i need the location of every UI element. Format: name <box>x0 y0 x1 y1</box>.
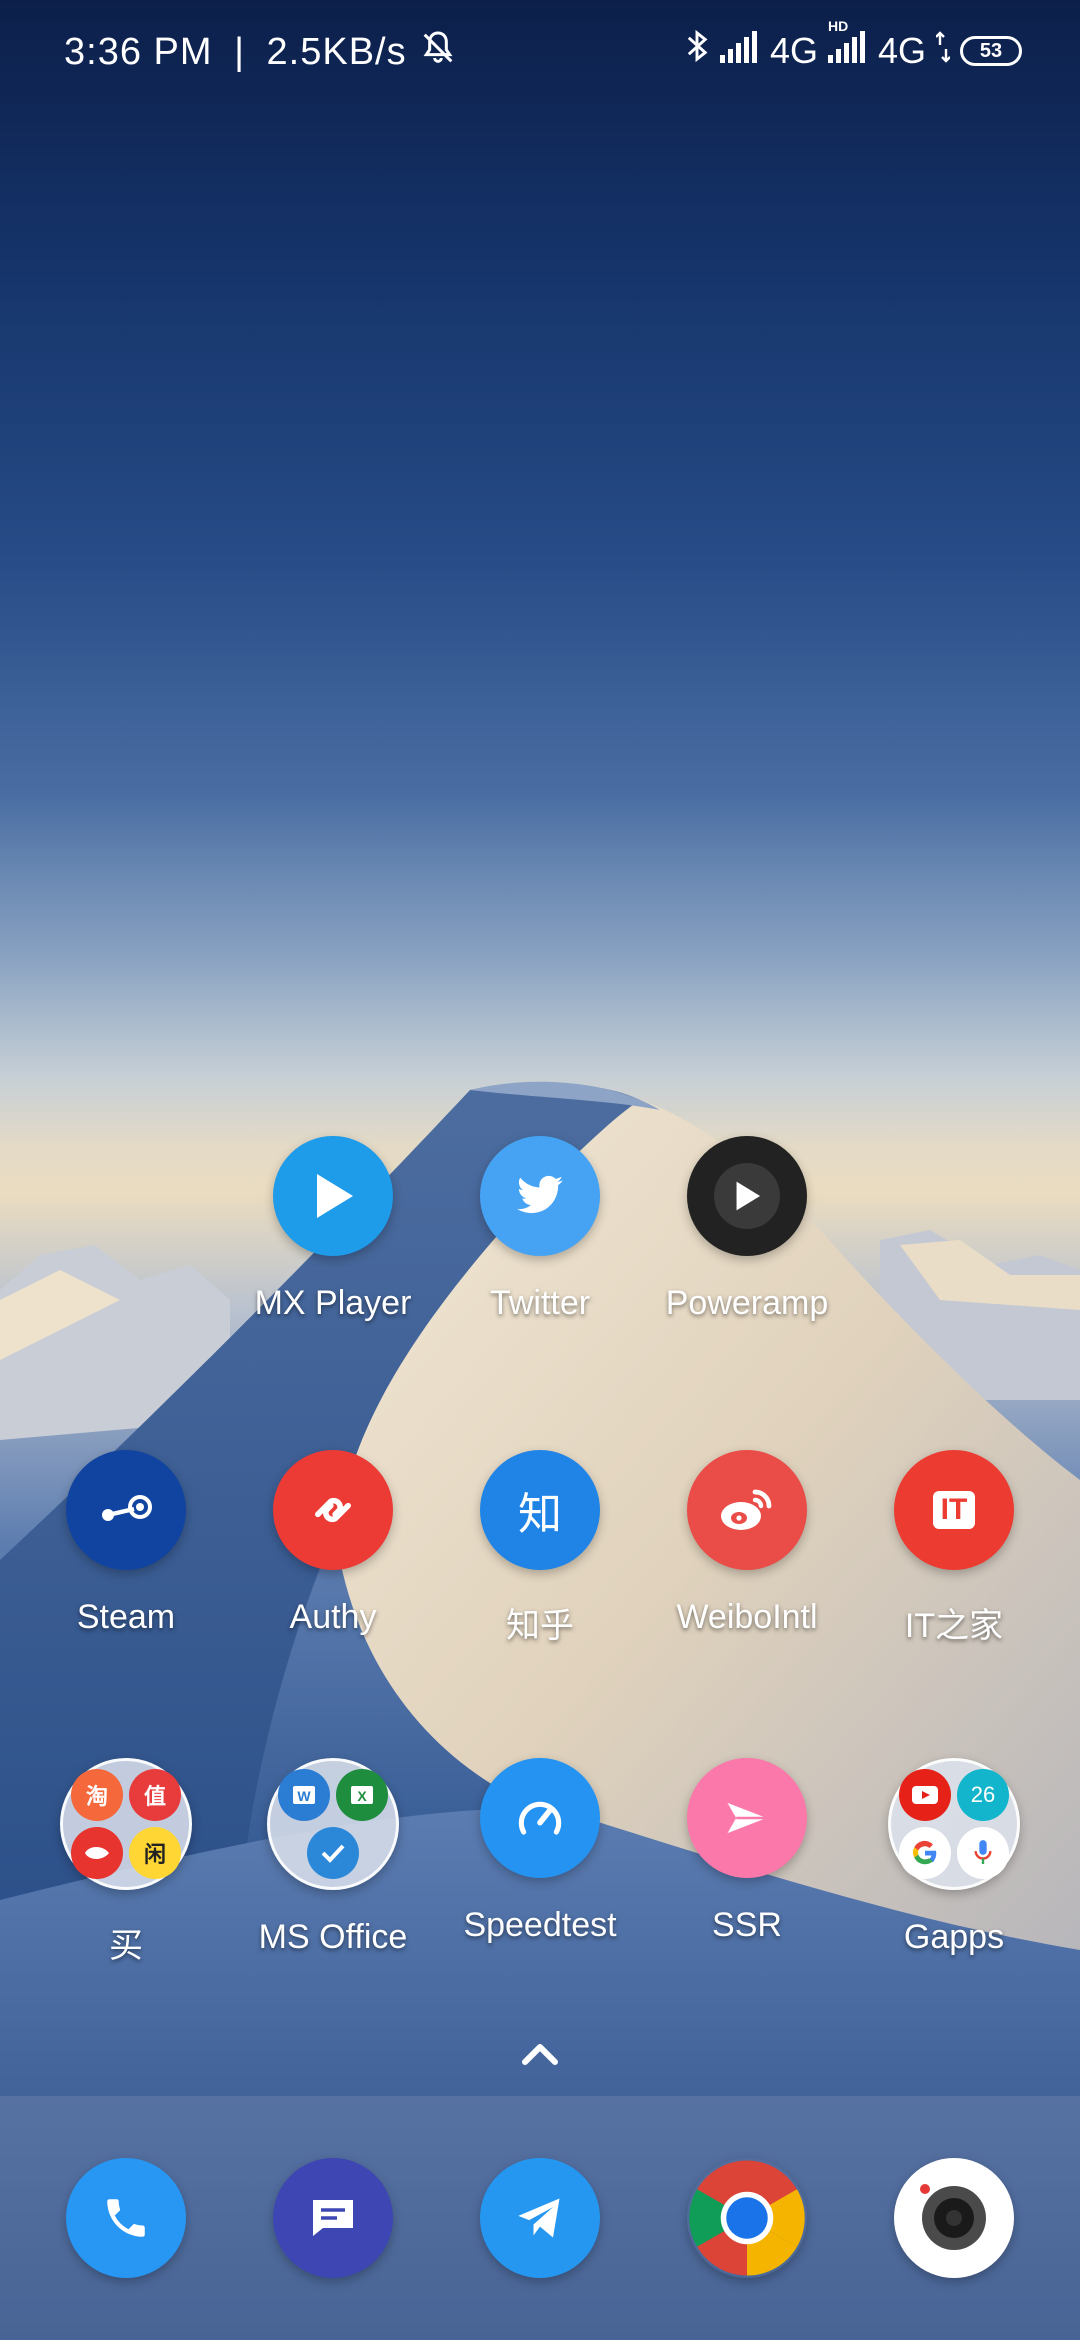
app-label: 知乎 <box>506 1607 574 1645</box>
clock: 3:36 PM <box>64 31 213 73</box>
app-twitter[interactable]: Twitter <box>450 1136 630 1323</box>
app-speedtest[interactable]: Speedtest <box>450 1758 630 1945</box>
data-arrows-icon <box>935 30 951 73</box>
app-label: MX Player <box>254 1284 412 1322</box>
google-icon <box>899 1827 951 1879</box>
xianyu-icon: 闲 <box>129 1827 181 1879</box>
network-type-2: 4G <box>877 30 926 71</box>
network-type-1: 4G <box>769 30 818 71</box>
app-label: Authy <box>289 1598 377 1636</box>
battery-indicator: 53 <box>960 36 1022 66</box>
zhihu-icon: 知 <box>480 1450 600 1570</box>
app-label: Twitter <box>489 1284 591 1322</box>
camera-icon <box>894 2158 1014 2278</box>
folder-label: Gapps <box>903 1918 1005 1956</box>
folder-label: 买 <box>109 1927 143 1965</box>
phone-icon <box>66 2158 186 2278</box>
network-speed: 2.5KB/s <box>266 31 407 73</box>
authy-icon <box>273 1450 393 1570</box>
folder-gapps[interactable]: 26 Gapps <box>864 1758 1044 1957</box>
word-icon: W <box>278 1769 330 1821</box>
folder-buy[interactable]: 淘 值 闲 买 <box>36 1758 216 1967</box>
paper-plane-icon <box>687 1758 807 1878</box>
dock-camera[interactable] <box>864 2158 1044 2278</box>
app-authy[interactable]: Authy <box>243 1450 423 1637</box>
bell-muted-icon <box>418 28 458 78</box>
folder-icon: 淘 值 闲 <box>60 1758 192 1890</box>
weibo-icon <box>687 1450 807 1570</box>
microphone-icon <box>957 1827 1009 1879</box>
app-mx-player[interactable]: MX Player <box>243 1136 423 1323</box>
dock-phone[interactable] <box>36 2158 216 2278</box>
play-icon <box>273 1136 393 1256</box>
app-drawer-chevron-up-icon[interactable] <box>519 2040 561 2073</box>
steam-icon <box>66 1450 186 1570</box>
checkmark-icon <box>307 1827 359 1879</box>
twitter-bird-icon <box>480 1136 600 1256</box>
app-label: SSR <box>712 1906 782 1944</box>
app-weibointl[interactable]: WeiboIntl <box>657 1450 837 1637</box>
ithome-icon: IT <box>894 1450 1014 1570</box>
app-label: WeiboIntl <box>676 1598 818 1636</box>
app-label: Steam <box>76 1598 176 1636</box>
status-right: 4G HD 4G 53 <box>684 18 1022 74</box>
app-steam[interactable]: Steam <box>36 1450 216 1637</box>
folder-ms-office[interactable]: W X MS Office <box>243 1758 423 1957</box>
signal-hd-icon: HD <box>827 18 868 73</box>
status-separator: | <box>234 31 245 73</box>
app-label: Poweramp <box>665 1284 829 1322</box>
folder-icon: W X <box>267 1758 399 1890</box>
zhihu-glyph: 知 <box>518 1490 562 1539</box>
app-label: Speedtest <box>463 1906 617 1944</box>
taobao-icon: 淘 <box>71 1769 123 1821</box>
svg-text:X: X <box>357 1788 367 1804</box>
hd-badge: HD <box>827 17 849 34</box>
speedometer-icon <box>480 1758 600 1878</box>
record-dot <box>920 2184 930 2194</box>
calendar-icon: 26 <box>957 1769 1009 1821</box>
dock-chrome[interactable] <box>657 2158 837 2278</box>
folder-label: MS Office <box>258 1918 408 1956</box>
app-ssr[interactable]: SSR <box>657 1758 837 1945</box>
dock-telegram[interactable] <box>450 2158 630 2278</box>
dock-messages[interactable] <box>243 2158 423 2278</box>
chrome-icon <box>687 2158 807 2278</box>
app-label: IT之家 <box>904 1607 1004 1645</box>
telegram-icon <box>480 2158 600 2278</box>
jd-icon <box>71 1827 123 1879</box>
app-poweramp[interactable]: Poweramp <box>657 1136 837 1323</box>
ithome-glyph: IT <box>932 1491 976 1529</box>
youtube-icon <box>899 1769 951 1821</box>
folder-icon: 26 <box>888 1758 1020 1890</box>
app-zhihu[interactable]: 知 知乎 <box>450 1450 630 1647</box>
bluetooth-icon <box>684 28 710 74</box>
play-icon <box>687 1136 807 1256</box>
status-left: 3:36 PM | 2.5KB/s <box>64 28 458 78</box>
message-icon <box>273 2158 393 2278</box>
svg-text:W: W <box>297 1788 311 1804</box>
smzdm-icon: 值 <box>129 1769 181 1821</box>
excel-icon: X <box>336 1769 388 1821</box>
signal-icon <box>719 30 760 73</box>
status-bar: 3:36 PM | 2.5KB/s 4G HD 4G 53 <box>0 0 1080 104</box>
app-ithome[interactable]: IT IT之家 <box>864 1450 1044 1647</box>
